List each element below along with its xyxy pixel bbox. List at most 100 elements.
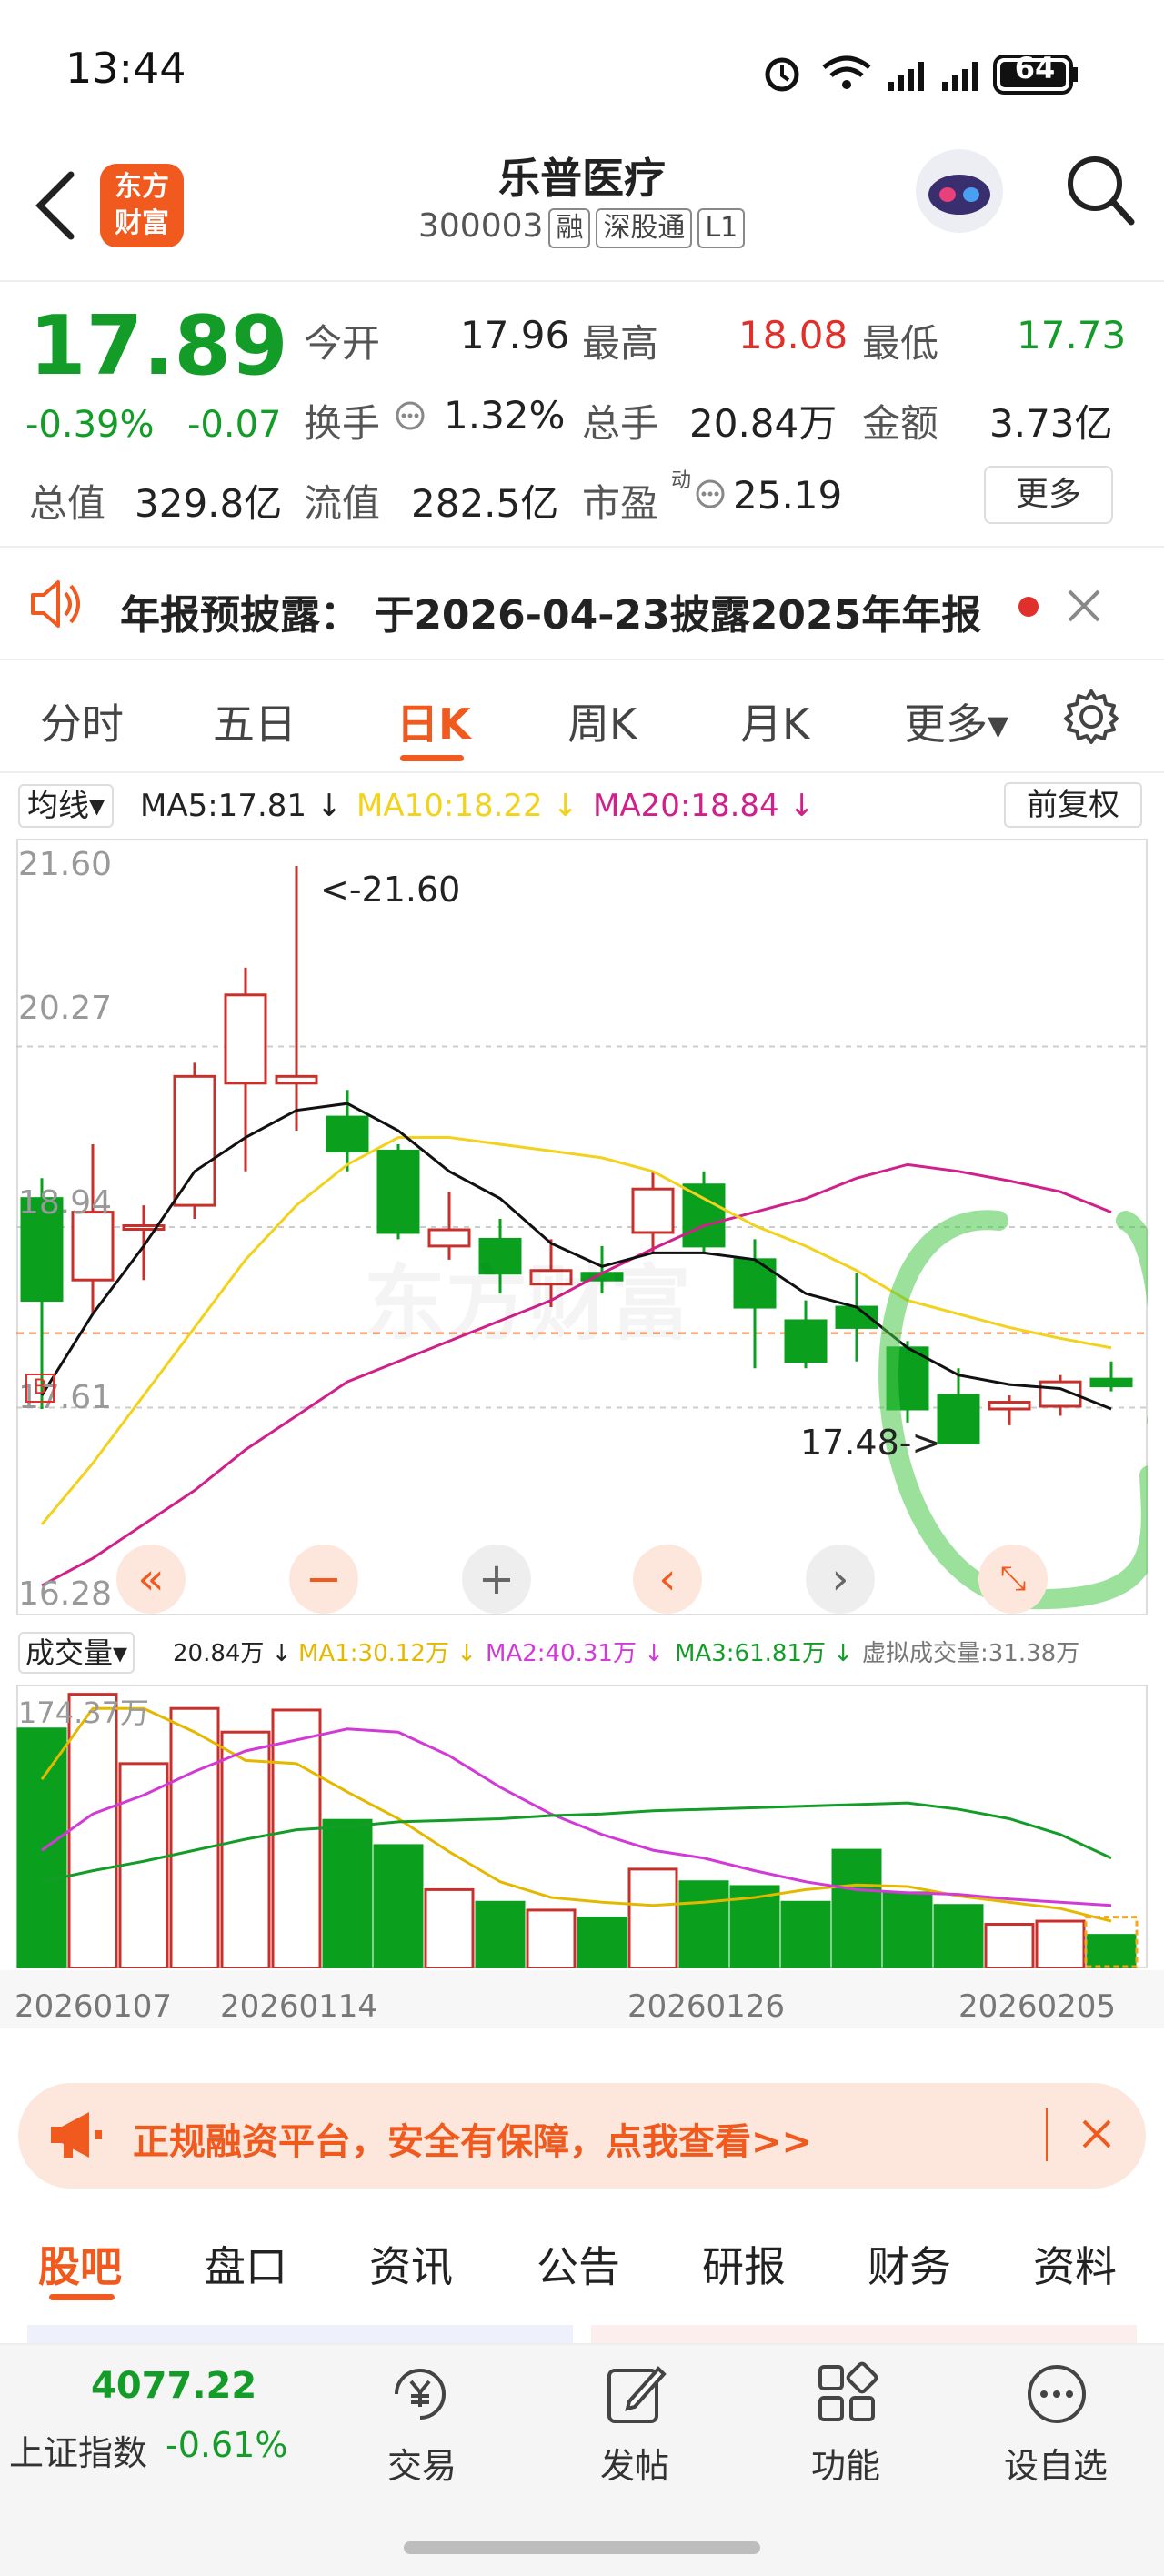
candle-body [631, 1187, 675, 1234]
candle-body [224, 993, 267, 1085]
speaker-icon [31, 580, 80, 628]
volume-bar [475, 1900, 526, 1968]
candle-body [733, 1258, 777, 1309]
y-label-5: 16.28 [18, 1575, 113, 1613]
tab-news[interactable]: 资讯 [369, 2234, 453, 2294]
ma5-label: MA5:17.81 ↓ [140, 784, 342, 828]
zoom-out-button[interactable]: − [289, 1545, 358, 1614]
more-button[interactable]: 更多 [984, 466, 1113, 524]
date-label-2: 20260114 [220, 1988, 378, 2025]
fullscreen-button[interactable]: ⤡ [978, 1545, 1048, 1614]
virtual-volume: 虚拟成交量:31.38万 [862, 1640, 1080, 1667]
low-value: 17.73 [1017, 313, 1127, 357]
pe-info-icon[interactable] [695, 478, 726, 509]
open-value: 17.96 [460, 313, 570, 357]
amount-label: 金额 [862, 401, 939, 446]
volume-bar [526, 1908, 577, 1968]
turnover-label: 换手 [304, 401, 381, 446]
date-label-4: 20260205 [958, 1988, 1117, 2025]
adjust-button[interactable]: 前复权 [1004, 782, 1142, 828]
close-icon[interactable] [1066, 588, 1102, 624]
wifi-icon [822, 55, 871, 89]
tab-financials[interactable]: 财务 [868, 2234, 951, 2294]
tab-more[interactable]: 更多▾ [904, 691, 1008, 751]
add-watchlist-icon[interactable] [1024, 2361, 1089, 2427]
vol-arrow: ↓ [271, 1640, 292, 1667]
vol-ma1-label: MA1:30.12万 ↓ [298, 1635, 477, 1672]
vol-value: 20.84万 [173, 1640, 265, 1667]
tab-five-day[interactable]: 五日 [213, 691, 296, 751]
candle-body [275, 1074, 318, 1085]
float-value: 282.5亿 [411, 481, 559, 526]
vol-ma2-value: MA2:40.31万 [486, 1640, 637, 1667]
tab-announcements[interactable]: 公告 [537, 2234, 620, 2294]
ma20-label: MA20:18.84 ↓ [593, 784, 815, 828]
volume-chart[interactable] [16, 1685, 1148, 1968]
candle-body [784, 1319, 828, 1363]
nav-watchlist-label[interactable]: 设自选 [1004, 2438, 1108, 2488]
volume-bar [577, 1917, 627, 1968]
candle-body [326, 1115, 369, 1152]
tab-forum[interactable]: 股吧 [38, 2234, 122, 2294]
robot-assistant-icon[interactable] [909, 144, 1009, 238]
nav-functions-label[interactable]: 功能 [811, 2438, 880, 2488]
turnover-value: 1.32% [444, 393, 566, 438]
volume-bar [1086, 1934, 1137, 1968]
index-name[interactable]: 上证指数 [9, 2425, 147, 2475]
tab-weekly-k[interactable]: 周K [567, 691, 637, 751]
nav-trade-label[interactable]: 交易 [387, 2438, 457, 2488]
vol-label: 20.84万 ↓ [173, 1635, 292, 1672]
tab-profile[interactable]: 资料 [1033, 2234, 1117, 2294]
scroll-right-button[interactable]: › [806, 1545, 875, 1614]
change-percent: -0.39% [25, 404, 155, 446]
tab-monthly-k[interactable]: 月K [740, 691, 809, 751]
ma20-arrow: ↓ [788, 788, 815, 824]
promo-divider [1046, 2108, 1048, 2161]
candle-body [988, 1401, 1031, 1411]
tab-daily-k[interactable]: 日K [396, 691, 471, 751]
volume-selector[interactable]: 成交量▾ [18, 1632, 135, 1674]
volume-bar [1035, 1919, 1086, 1968]
tab-intraday[interactable]: 分时 [40, 691, 124, 751]
candle-body [937, 1394, 980, 1444]
alarm-icon [765, 57, 799, 92]
y-label-2: 20.27 [18, 990, 113, 1027]
back-icon[interactable] [31, 169, 80, 242]
high-value: 18.08 [738, 313, 848, 357]
date-label-3: 20260126 [627, 1988, 786, 2025]
volume-bar [882, 1891, 933, 1968]
scroll-left-button[interactable]: ‹ [633, 1545, 702, 1614]
ma5-value: MA5:17.81 [140, 788, 307, 824]
y-label-1: 21.60 [18, 846, 113, 883]
post-edit-icon[interactable] [604, 2361, 669, 2427]
nav-post-label[interactable]: 发帖 [600, 2438, 669, 2488]
settings-gear-icon[interactable] [1062, 688, 1120, 746]
scroll-left-fast-button[interactable]: « [116, 1545, 186, 1614]
logo-text-1: 东方 [115, 171, 169, 203]
volume-bar [424, 1887, 475, 1968]
volume-bar [220, 1730, 271, 1968]
battery-level: 64 [1014, 51, 1056, 86]
index-value[interactable]: 4077.22 [91, 2365, 256, 2407]
vol-ma3-value: MA3:61.81万 [675, 1640, 826, 1667]
search-icon[interactable] [1064, 153, 1137, 229]
notice-dot [1018, 597, 1039, 617]
card-edge-right [591, 2325, 1137, 2343]
trade-yen-icon[interactable] [386, 2361, 455, 2427]
tab-research[interactable]: 研报 [702, 2234, 786, 2294]
volume-bar [271, 1708, 322, 1968]
ma-selector[interactable]: 均线▾ [18, 784, 115, 828]
functions-grid-icon[interactable] [815, 2361, 880, 2427]
volume-bar [933, 1904, 984, 1968]
app-logo[interactable]: 东方 财富 [100, 164, 184, 247]
volume-value: 20.84万 [689, 401, 838, 446]
volume-bar [831, 1848, 882, 1968]
kline-chart[interactable] [16, 839, 1148, 1615]
vol-max-label: 174.37万 [18, 1696, 149, 1730]
ma10-value: MA10:18.22 [356, 788, 543, 824]
tab-orderbook[interactable]: 盘口 [204, 2234, 287, 2294]
promo-close-icon[interactable] [1080, 2118, 1113, 2150]
zoom-in-button[interactable]: + [462, 1545, 531, 1614]
info-icon[interactable] [395, 400, 426, 431]
volume-bar [169, 1706, 220, 1968]
